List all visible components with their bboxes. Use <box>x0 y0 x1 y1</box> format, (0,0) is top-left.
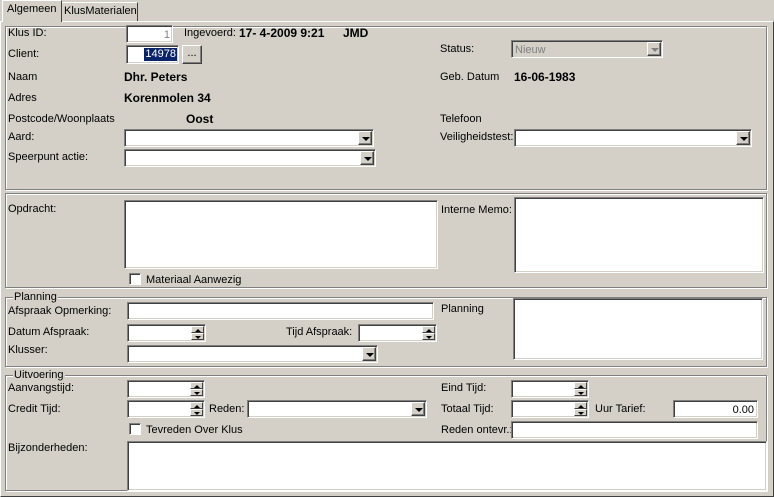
veiligheidstest-dropdown-button[interactable] <box>736 131 750 145</box>
credit-tijd-label: Credit Tijd: <box>8 403 61 415</box>
uur-tarief-input[interactable]: 0.00 <box>673 400 758 418</box>
telefoon-label: Telefoon <box>440 113 482 125</box>
datum-afspraak-label: Datum Afspraak: <box>8 326 90 338</box>
client-browse-button[interactable]: ... <box>182 45 202 64</box>
datum-afspraak-spinner[interactable] <box>191 326 204 340</box>
status-dropdown-button[interactable] <box>647 42 661 56</box>
klusser-label: Klusser: <box>8 344 48 356</box>
speerpunt-label: Speerpunt actie: <box>8 151 89 163</box>
uur-tarief-label: Uur Tarief: <box>595 403 646 415</box>
client-value: 14978 <box>144 48 177 61</box>
eind-tijd-label: Eind Tijd: <box>441 382 487 394</box>
chevron-down-icon <box>740 137 748 141</box>
credit-tijd-input[interactable] <box>127 400 205 418</box>
aard-dropdown-button[interactable] <box>358 131 372 145</box>
client-label: Client: <box>8 48 40 60</box>
interne-memo-label: Interne Memo: <box>441 204 512 216</box>
afspraak-opmerking-label: Afspraak Opmerking: <box>8 305 112 317</box>
speerpunt-select[interactable] <box>124 149 376 167</box>
aard-select[interactable] <box>124 129 374 147</box>
credit-tijd-spinner[interactable] <box>190 402 203 416</box>
bijzonderheden-textarea[interactable] <box>127 441 767 491</box>
speerpunt-dropdown-button[interactable] <box>360 151 374 165</box>
user-initials: JMD <box>343 26 369 40</box>
reden-ontevreden-label: Reden ontevr.: <box>441 424 513 436</box>
status-label: Status: <box>440 43 475 55</box>
veiligheidstest-label: Veiligheidstest: <box>440 131 514 143</box>
uitvoering-group-label: Uitvoering <box>13 369 65 381</box>
eind-tijd-spinner[interactable] <box>574 382 587 396</box>
tevreden-checkbox[interactable] <box>129 423 141 435</box>
totaal-tijd-input[interactable] <box>511 400 589 418</box>
interne-memo-textarea[interactable] <box>514 197 764 273</box>
datum-afspraak-input[interactable] <box>127 324 206 342</box>
materiaal-aanwezig-label: Materiaal Aanwezig <box>146 274 242 286</box>
aanvangstijd-label: Aanvangstijd: <box>8 382 75 394</box>
status-select[interactable]: Nieuw <box>511 40 663 58</box>
chevron-down-icon <box>651 48 659 52</box>
reden-dropdown-button[interactable] <box>411 402 425 416</box>
tevreden-label: Tevreden Over Klus <box>146 424 243 436</box>
veiligheidstest-select[interactable] <box>514 129 752 147</box>
planning-textarea[interactable] <box>513 298 763 360</box>
adres-value: Korenmolen 34 <box>124 91 211 105</box>
naam-value: Dhr. Peters <box>124 70 188 84</box>
ingevoerd-label: Ingevoerd: <box>184 27 236 39</box>
chevron-down-icon <box>366 353 374 357</box>
reden-label: Reden: <box>209 403 245 415</box>
client-input[interactable]: 14978 <box>126 45 179 64</box>
bijzonderheden-label: Bijzonderheden: <box>8 442 88 454</box>
aard-label: Aard: <box>8 131 35 143</box>
postcode-value: Oost <box>186 112 214 126</box>
klusser-dropdown-button[interactable] <box>362 347 376 361</box>
planning-label: Planning <box>441 303 484 315</box>
aanvangstijd-input[interactable] <box>127 380 205 398</box>
afspraak-opmerking-input[interactable] <box>127 302 434 320</box>
ingevoerd-value: 17- 4-2009 9:21 <box>239 26 325 40</box>
planning-group-label: Planning <box>13 291 58 303</box>
geb-datum-value: 16-06-1983 <box>514 70 576 84</box>
aanvangstijd-spinner[interactable] <box>190 382 203 396</box>
chevron-down-icon <box>362 137 370 141</box>
geb-datum-label: Geb. Datum <box>440 71 500 83</box>
eind-tijd-input[interactable] <box>511 380 589 398</box>
naam-label: Naam <box>8 71 38 83</box>
opdracht-label: Opdracht: <box>8 203 57 215</box>
opdracht-textarea[interactable] <box>124 200 438 269</box>
adres-label: Adres <box>8 92 37 104</box>
klusser-select[interactable] <box>127 345 378 363</box>
totaal-tijd-spinner[interactable] <box>574 402 587 416</box>
materiaal-aanwezig-checkbox[interactable] <box>129 273 141 285</box>
chevron-down-icon <box>415 408 423 412</box>
reden-ontevreden-input[interactable] <box>511 421 758 439</box>
tijd-afspraak-spinner[interactable] <box>422 326 435 340</box>
chevron-down-icon <box>364 157 372 161</box>
tijd-afspraak-label: Tijd Afspraak: <box>286 326 353 338</box>
klus-id-label: Klus ID: <box>8 27 47 39</box>
reden-select[interactable] <box>247 400 427 418</box>
tijd-afspraak-input[interactable] <box>358 324 437 342</box>
totaal-tijd-label: Totaal Tijd: <box>441 403 494 415</box>
postcode-label: Postcode/Woonplaats <box>8 113 115 125</box>
klus-id-field: 1 <box>126 25 173 43</box>
